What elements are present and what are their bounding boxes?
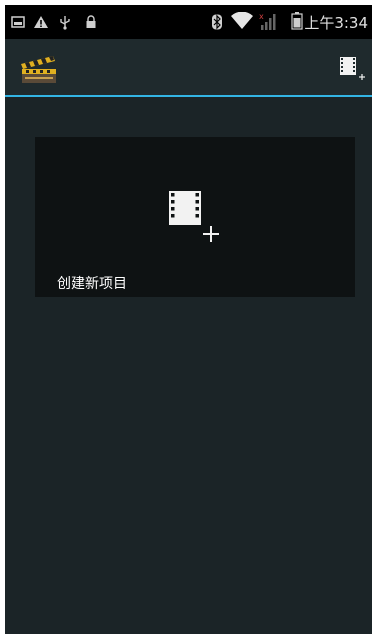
battery-icon bbox=[291, 12, 303, 34]
status-bar: x 上午3:34 bbox=[5, 5, 372, 39]
image-notification-icon bbox=[11, 14, 25, 33]
bluetooth-icon bbox=[211, 14, 223, 34]
usb-icon bbox=[59, 14, 71, 34]
app-screen: x 上午3:34 创建新项目 bbox=[5, 5, 372, 634]
wifi-icon bbox=[231, 11, 253, 34]
svg-text:x: x bbox=[259, 12, 264, 21]
warning-icon bbox=[33, 14, 49, 33]
action-bar-divider bbox=[5, 95, 372, 97]
action-bar bbox=[5, 39, 372, 95]
clapperboard-icon[interactable] bbox=[19, 54, 59, 84]
add-film-action-button[interactable] bbox=[324, 45, 372, 89]
lock-icon bbox=[85, 14, 97, 33]
create-project-card[interactable]: 创建新项目 bbox=[35, 137, 355, 297]
status-time: 上午3:34 bbox=[304, 14, 368, 32]
create-project-label: 创建新项目 bbox=[57, 276, 127, 292]
add-film-icon bbox=[340, 57, 366, 85]
add-film-icon bbox=[167, 189, 223, 245]
signal-icon: x bbox=[259, 11, 279, 35]
